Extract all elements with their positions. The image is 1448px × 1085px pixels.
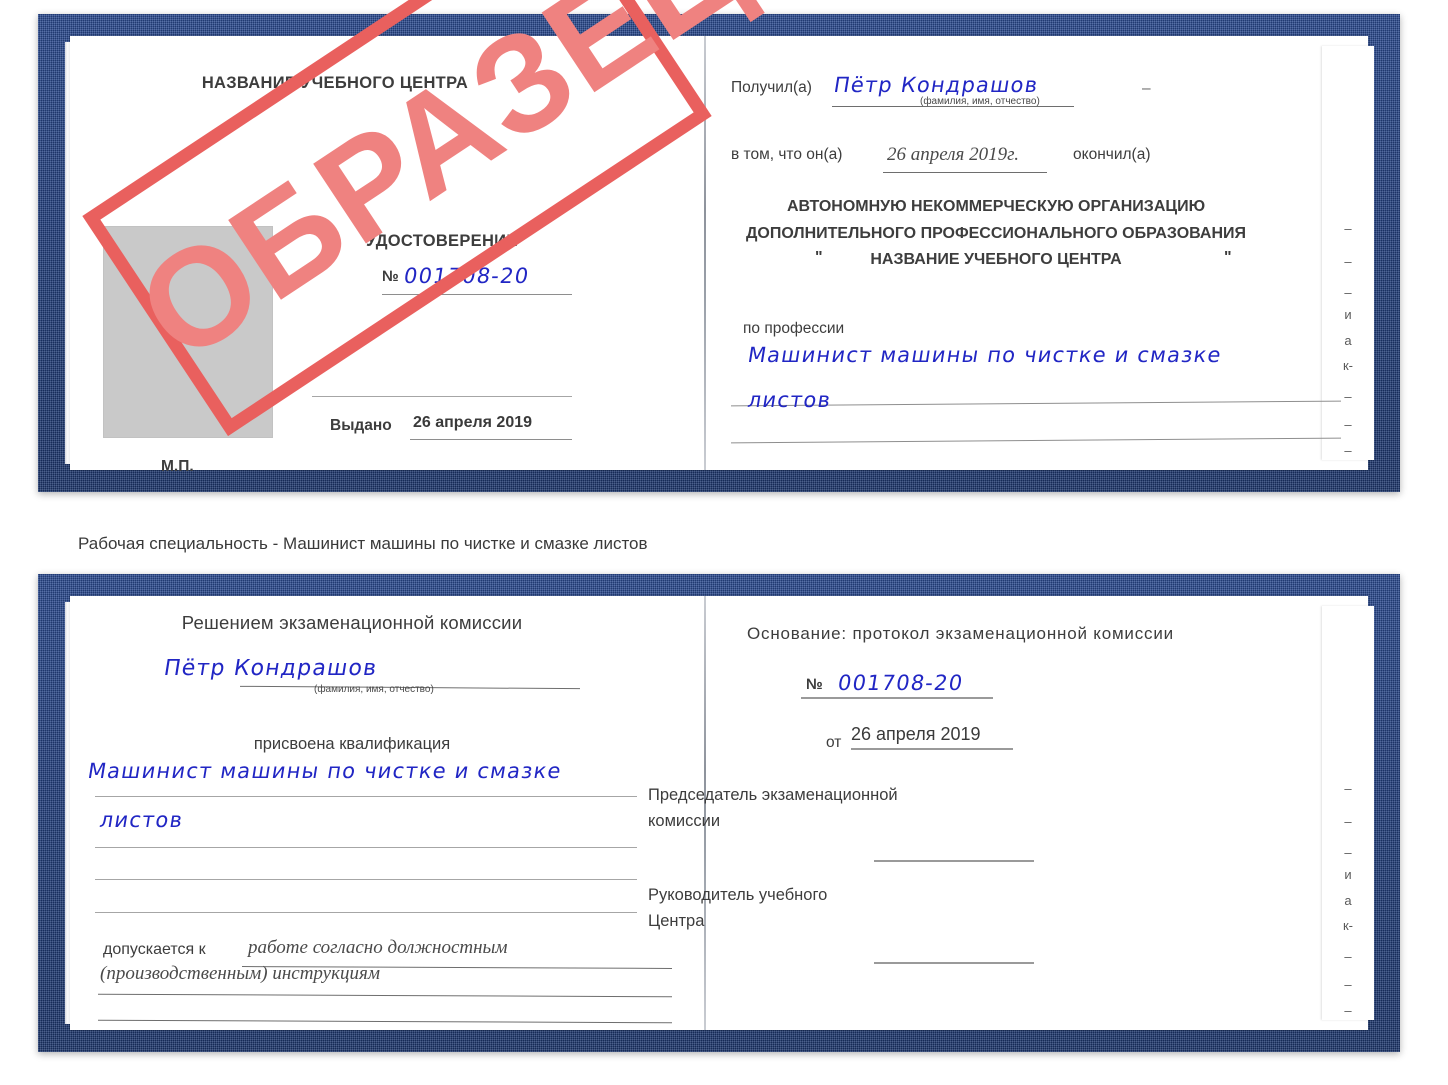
- commission-heading: Решением экзаменационной комиссии: [181, 612, 523, 633]
- qual-rule-1: [95, 796, 637, 797]
- profession-line2: листов: [746, 388, 834, 412]
- org-quote-close: ": [1224, 249, 1232, 266]
- page-caption: Рабочая специальность - Машинист машины …: [78, 534, 648, 553]
- issued-value: 26 апреля 2019: [413, 414, 533, 431]
- doc-type-label: УДОСТОВЕРЕНИЕ: [366, 232, 518, 250]
- chairman-line2: комиссии: [648, 812, 721, 830]
- admitted-line2: (производственным) инструкциям: [100, 963, 380, 984]
- qual-rule-4: [95, 912, 637, 913]
- qualification-line2: листов: [98, 808, 186, 832]
- in-that-label: в том, что он(а): [731, 146, 843, 163]
- in-that-rule: [883, 172, 1047, 173]
- qual-rule-2: [95, 847, 637, 848]
- number-label: №: [382, 268, 399, 285]
- basis-label: Основание: протокол экзаменационной коми…: [747, 624, 1174, 643]
- in-that-value: 26 апреля 2019г.: [887, 144, 1019, 165]
- received-value: Пётр Кондрашов: [832, 73, 1041, 97]
- fio-hint-bottom: (фамилия, имя, отчество): [314, 684, 434, 695]
- protocol-date-value: 26 апреля 2019: [851, 724, 981, 744]
- certificate-top-left-page: НАЗВАНИЕ УЧЕБНОГО ЦЕНТРА М.П. УДОСТОВЕРЕ…: [70, 36, 634, 475]
- certificate-bottom-left-page: Решением экзаменационной комиссии Пётр К…: [70, 596, 673, 1030]
- received-label: Получил(а): [731, 79, 812, 96]
- profession-line1: Машинист машины по чистке и смазке: [746, 343, 1224, 367]
- blank-rule-1: [312, 396, 572, 397]
- seal-label: М.П.: [161, 458, 194, 475]
- number-rule: [382, 294, 572, 295]
- received-dash: –: [1142, 80, 1151, 97]
- admitted-rule-3: [98, 1019, 672, 1024]
- org-line3: НАЗВАНИЕ УЧЕБНОГО ЦЕНТРА: [870, 251, 1122, 268]
- org-line1: АВТОНОМНУЮ НЕКОММЕРЧЕСКУЮ ОРГАНИЗАЦИЮ: [786, 198, 1206, 215]
- fio-hint-top: (фамилия, имя, отчество): [920, 96, 1040, 107]
- head-line1: Руководитель учебного: [648, 886, 828, 904]
- admitted-label: допускается к: [103, 941, 206, 958]
- chairman-line1: Председатель экзаменационной: [648, 786, 898, 804]
- photo-placeholder: [103, 226, 273, 438]
- protocol-number-rule: [801, 697, 993, 699]
- protocol-number-value: 001708-20: [836, 671, 966, 695]
- head-signature-rule: [874, 962, 1034, 964]
- org-title-top-left: НАЗВАНИЕ УЧЕБНОГО ЦЕНТРА: [201, 74, 469, 92]
- profession-label: по профессии: [743, 320, 845, 337]
- number-value: 001708-20: [402, 264, 532, 288]
- qualification-label: присвоена квалификация: [253, 735, 451, 753]
- name-value-bottom: Пётр Кондрашов: [162, 656, 380, 681]
- certificate-top-right-page: Получил(а) Пётр Кондрашов (фамилия, имя,…: [636, 36, 1368, 470]
- finished-label: окончил(а): [1073, 146, 1151, 163]
- admitted-line1: работе согласно должностным: [248, 937, 508, 958]
- qual-rule-3: [95, 879, 637, 880]
- protocol-date-rule: [851, 748, 1013, 750]
- certificate-bottom-right-page: Основание: протокол экзаменационной коми…: [636, 596, 1368, 1030]
- profession-rule-2: [731, 437, 1341, 444]
- head-line2: Центра: [648, 912, 705, 930]
- qualification-line1: Машинист машины по чистке и смазке: [86, 759, 564, 783]
- chairman-signature-rule: [874, 860, 1034, 862]
- issued-rule: [410, 439, 572, 440]
- admitted-rule-2: [98, 993, 672, 998]
- issued-label: Выдано: [330, 417, 392, 434]
- protocol-number-label: №: [806, 676, 823, 693]
- protocol-date-label: от: [826, 734, 842, 751]
- org-line2: ДОПОЛНИТЕЛЬНОГО ПРОФЕССИОНАЛЬНОГО ОБРАЗО…: [745, 225, 1247, 242]
